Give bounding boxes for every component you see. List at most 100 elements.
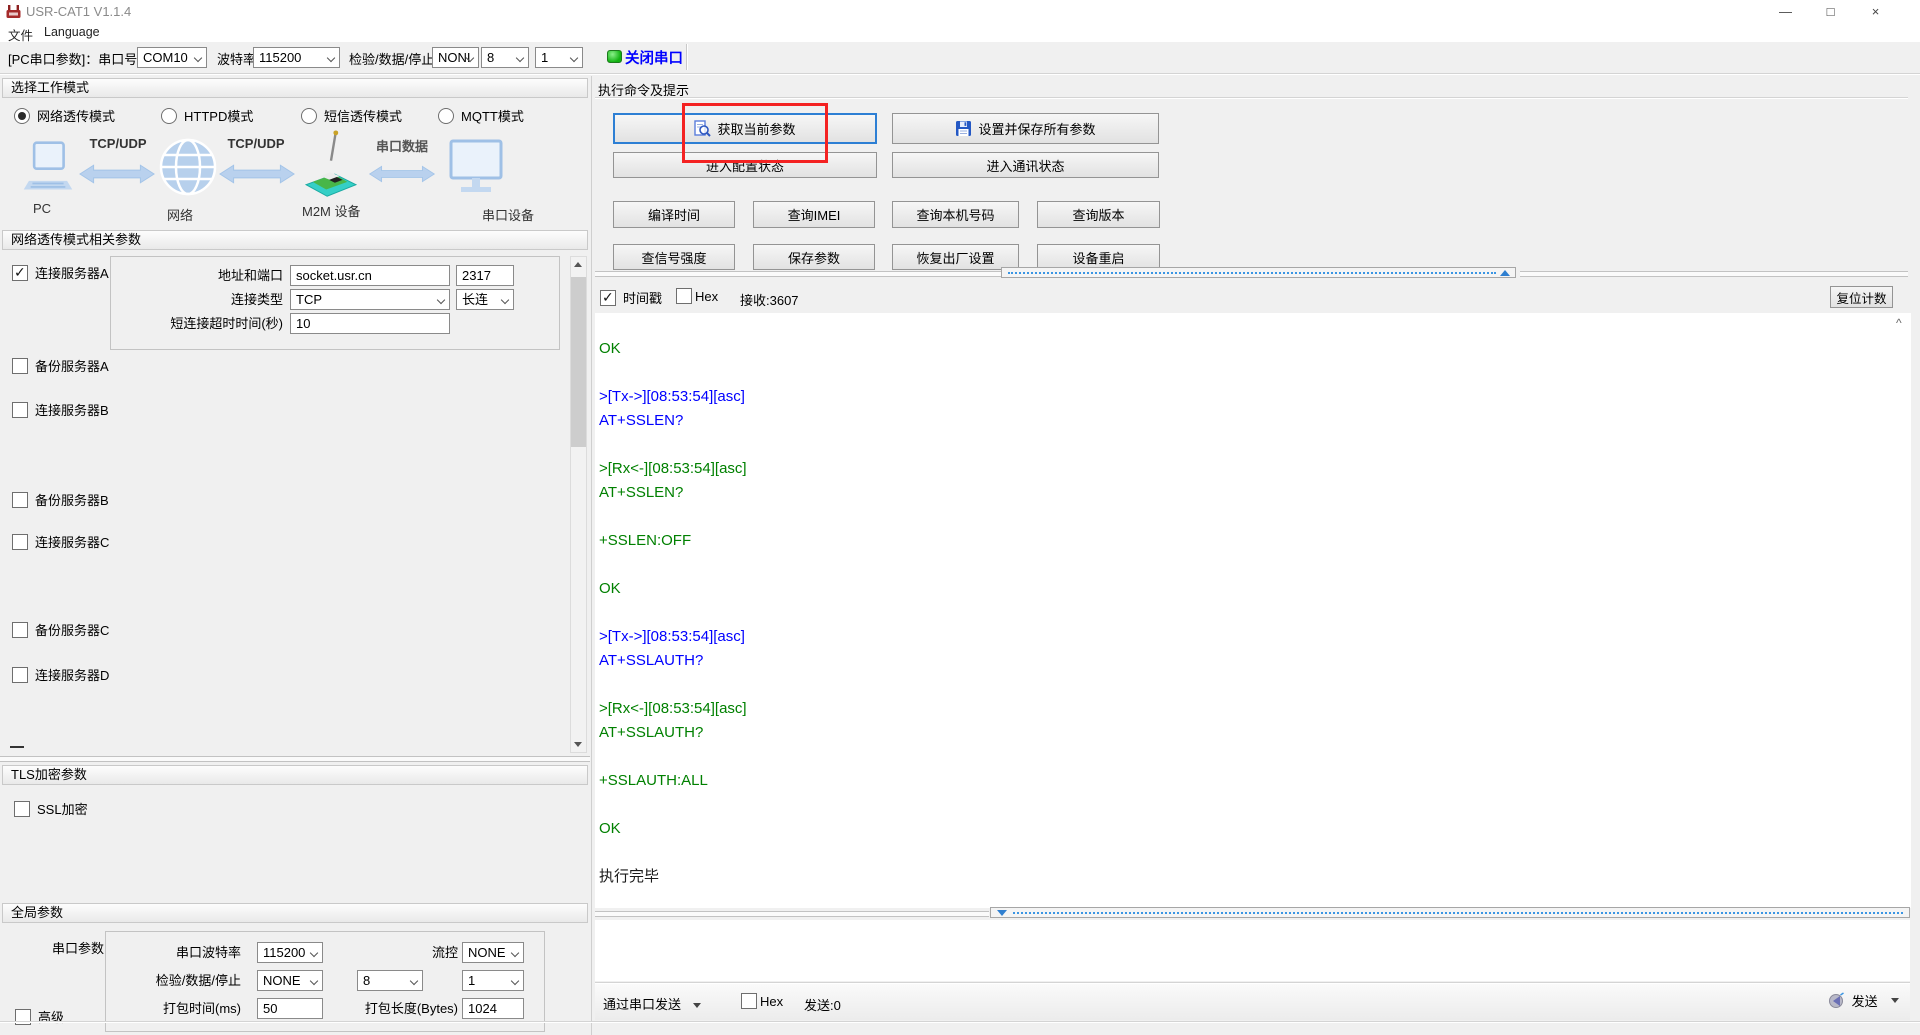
connect-server-b-checkbox-row[interactable]: 连接服务器B xyxy=(12,400,109,419)
packlen-input[interactable]: 1024 xyxy=(462,998,524,1019)
packtime-input[interactable]: 50 xyxy=(257,998,323,1019)
send-hex-checkbox-row[interactable]: Hex xyxy=(741,993,783,1009)
left-scrollbar[interactable] xyxy=(570,256,587,753)
send-text-area[interactable] xyxy=(595,920,1910,981)
radio-icon[interactable] xyxy=(161,107,177,124)
backup-server-c-checkbox-row[interactable]: 备份服务器C xyxy=(12,620,109,639)
serial-stopbits-select[interactable]: 1 xyxy=(462,970,524,991)
serial-databits-select[interactable]: 8 xyxy=(357,970,423,991)
checkbox-icon[interactable] xyxy=(12,621,28,638)
radio-label[interactable]: HTTPD模式 xyxy=(184,106,253,125)
checkbox-icon[interactable] xyxy=(12,357,28,374)
databits-select[interactable]: 8 xyxy=(481,47,529,68)
server-a-address-input[interactable]: socket.usr.cn xyxy=(290,265,450,286)
scrollbar-thumb[interactable] xyxy=(571,277,586,447)
log-hex-checkbox-row[interactable]: Hex xyxy=(676,288,718,304)
checkbox-icon[interactable] xyxy=(12,533,28,550)
ssl-encrypt-checkbox-row[interactable]: SSL加密 xyxy=(14,799,88,818)
send-via-dropdown[interactable]: 通过串口发送 xyxy=(603,994,701,1013)
serial-parity-select[interactable]: NONE xyxy=(257,970,323,991)
radio-mqtt-mode[interactable]: MQTT模式 xyxy=(438,106,524,125)
checkbox-label[interactable]: 连接服务器C xyxy=(35,532,109,551)
checkbox-icon[interactable] xyxy=(676,288,692,304)
factory-reset-button[interactable]: 恢复出厂设置 xyxy=(892,244,1019,270)
enter-comm-state-button[interactable]: 进入通讯状态 xyxy=(892,152,1159,178)
query-phone-number-button[interactable]: 查询本机号码 xyxy=(892,201,1019,228)
checkbox-label[interactable]: 备份服务器B xyxy=(35,490,109,509)
checkbox-label[interactable]: 备份服务器C xyxy=(35,620,109,639)
conn-type-select[interactable]: TCP xyxy=(290,289,450,310)
checkbox-label[interactable]: 连接服务器D xyxy=(35,665,109,684)
checkbox-icon[interactable] xyxy=(15,1008,31,1025)
short-conn-timeout-label: 短连接超时时间(秒) xyxy=(170,316,283,331)
timeout-input[interactable]: 10 xyxy=(290,313,450,334)
scroll-down-arrow[interactable] xyxy=(571,736,586,752)
advanced-checkbox-row[interactable]: 高级 xyxy=(15,1007,64,1026)
collapse-down-arrow-icon[interactable] xyxy=(997,910,1007,916)
radio-httpd-mode[interactable]: HTTPD模式 xyxy=(161,106,253,125)
connect-server-d-checkbox-row[interactable]: 连接服务器D xyxy=(12,665,109,684)
query-signal-button[interactable]: 查信号强度 xyxy=(613,244,735,270)
checkbox-label[interactable]: SSL加密 xyxy=(37,799,88,818)
radio-selected-icon[interactable] xyxy=(14,107,30,124)
checkbox-checked-icon[interactable] xyxy=(12,264,28,281)
log-splitter-right[interactable] xyxy=(1520,271,1908,277)
set-save-all-params-button[interactable]: 设置并保存所有参数 xyxy=(892,113,1159,144)
close-button[interactable]: × xyxy=(1853,0,1898,24)
log-splitter-left[interactable] xyxy=(595,271,1001,277)
conn-mode-select[interactable]: 长连 xyxy=(456,289,514,310)
radio-net-transparent-mode[interactable]: 网络透传模式 xyxy=(14,106,115,125)
send-splitter-collapse[interactable] xyxy=(990,907,1910,918)
serial-baud-select[interactable]: 115200 xyxy=(257,942,323,963)
maximize-button[interactable]: □ xyxy=(1808,0,1853,24)
send-splitter-left[interactable] xyxy=(595,911,989,917)
port-open-led-icon xyxy=(607,50,622,63)
com-port-value: COM10 xyxy=(143,50,188,65)
flow-control-select[interactable]: NONE xyxy=(462,942,524,963)
left-splitter[interactable] xyxy=(0,756,590,762)
checkbox-label[interactable]: 高级 xyxy=(38,1007,64,1026)
checkbox-checked-icon[interactable] xyxy=(600,289,616,306)
log-splitter-collapse[interactable] xyxy=(1001,267,1516,278)
log-output-area[interactable]: OK >[Tx->][08:53:54][asc] AT+SSLEN? >[Rx… xyxy=(595,313,1911,908)
baud-select[interactable]: 115200 xyxy=(253,47,340,68)
backup-server-a-checkbox-row[interactable]: 备份服务器A xyxy=(12,356,109,375)
compile-time-button[interactable]: 编译时间 xyxy=(613,201,735,228)
connect-server-a-checkbox-row[interactable]: 连接服务器A xyxy=(12,263,109,282)
log-scroll-hint[interactable]: ^ xyxy=(1896,316,1902,330)
close-port-button[interactable]: 关闭串口 xyxy=(625,47,683,68)
checkbox-label[interactable]: 备份服务器A xyxy=(35,356,109,375)
checkbox-label[interactable]: 连接服务器B xyxy=(35,400,109,419)
timestamp-checkbox-row[interactable]: 时间戳 xyxy=(600,288,662,307)
checkbox-icon[interactable] xyxy=(12,666,28,683)
radio-label[interactable]: 短信透传模式 xyxy=(324,106,402,125)
radio-icon[interactable] xyxy=(438,107,454,124)
checkbox-label[interactable]: 时间戳 xyxy=(623,288,662,307)
com-port-select[interactable]: COM10 xyxy=(137,47,207,68)
checkbox-icon[interactable] xyxy=(12,401,28,418)
minimize-button[interactable]: — xyxy=(1763,0,1808,24)
stopbits-select[interactable]: 1 xyxy=(535,47,583,68)
backup-server-b-checkbox-row[interactable]: 备份服务器B xyxy=(12,490,109,509)
checkbox-icon[interactable] xyxy=(741,993,757,1009)
query-imei-button[interactable]: 查询IMEI xyxy=(753,201,875,228)
radio-sms-mode[interactable]: 短信透传模式 xyxy=(301,106,402,125)
checkbox-label[interactable]: Hex xyxy=(695,289,718,304)
scroll-up-arrow[interactable] xyxy=(571,257,586,273)
checkbox-label[interactable]: Hex xyxy=(760,994,783,1009)
radio-label[interactable]: MQTT模式 xyxy=(461,106,524,125)
parity-select[interactable]: NONI xyxy=(432,47,479,68)
server-a-port-input[interactable]: 2317 xyxy=(456,265,514,286)
radio-label[interactable]: 网络透传模式 xyxy=(37,106,115,125)
checkbox-icon[interactable] xyxy=(14,800,30,817)
connect-server-c-checkbox-row[interactable]: 连接服务器C xyxy=(12,532,109,551)
reset-counter-button[interactable]: 复位计数 xyxy=(1830,286,1893,308)
query-version-button[interactable]: 查询版本 xyxy=(1037,201,1160,228)
checkbox-label[interactable]: 连接服务器A xyxy=(35,263,109,282)
collapse-up-arrow-icon[interactable] xyxy=(1500,270,1510,276)
send-button[interactable]: 发送 xyxy=(1828,991,1900,1010)
checkbox-icon[interactable] xyxy=(12,491,28,508)
menu-language[interactable]: Language xyxy=(44,25,100,39)
radio-icon[interactable] xyxy=(301,107,317,124)
save-params-button[interactable]: 保存参数 xyxy=(753,244,875,270)
